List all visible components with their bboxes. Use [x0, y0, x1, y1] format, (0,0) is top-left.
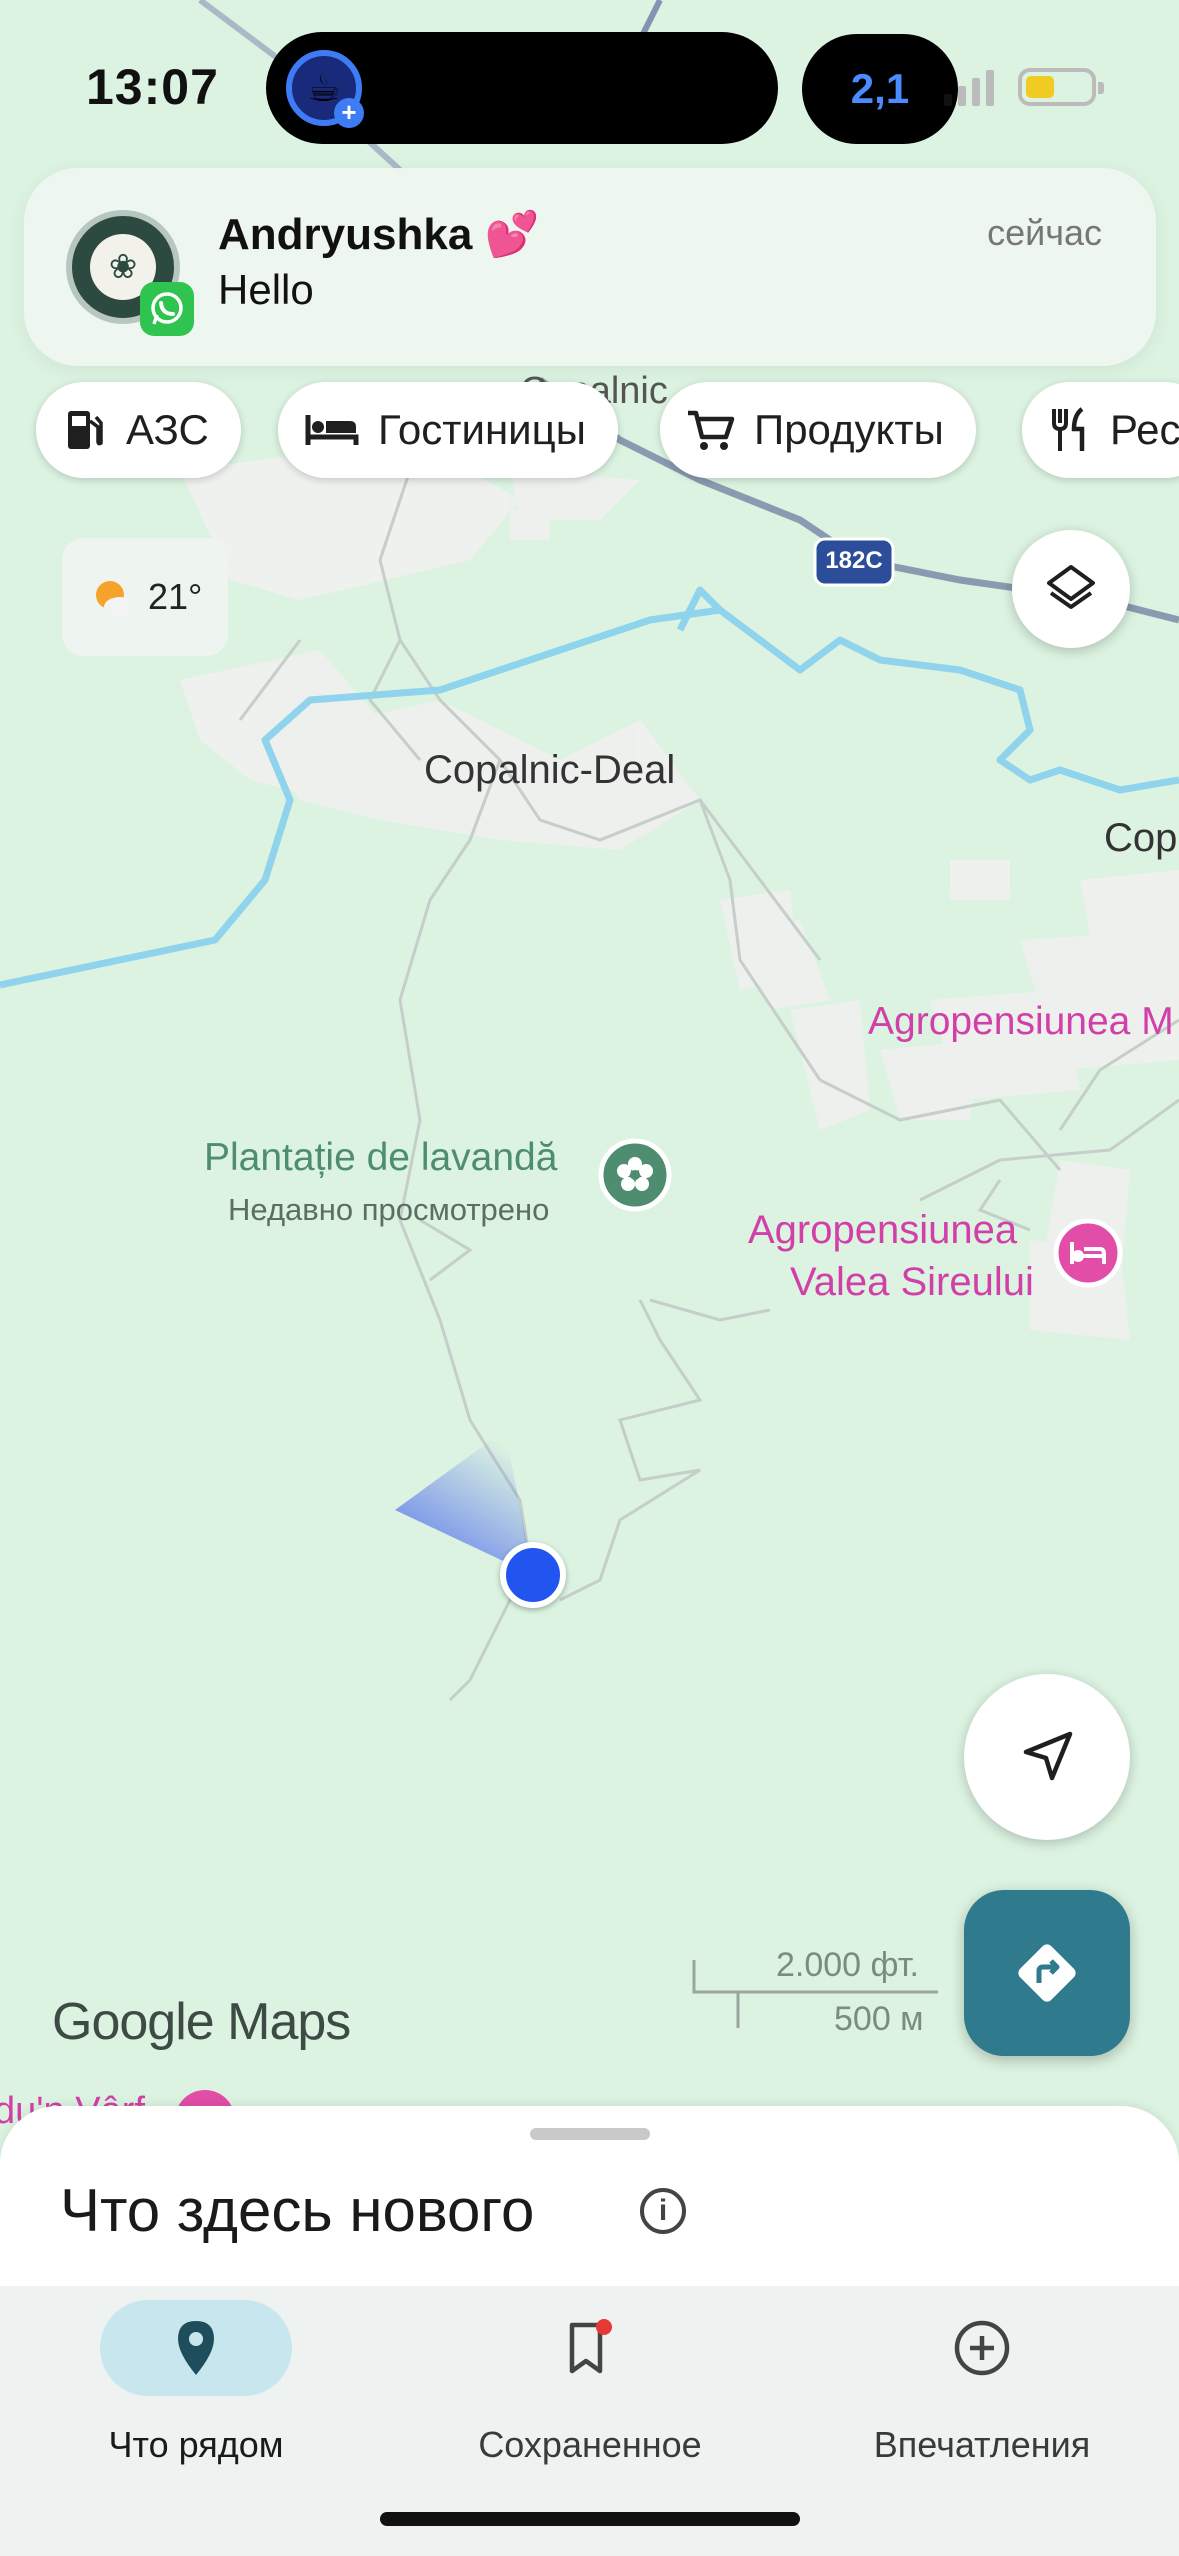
- bookmark-icon: [569, 2319, 612, 2374]
- tab-saved[interactable]: Сохраненное: [440, 2300, 740, 2466]
- chip-label: Гостиницы: [378, 406, 586, 453]
- tab-saved-label: Сохраненное: [478, 2424, 702, 2465]
- notification-message: Hello: [218, 266, 314, 313]
- hotel-poi-icon: [1064, 1232, 1112, 1274]
- add-circle-icon: [954, 2320, 1010, 2376]
- current-location-dot[interactable]: [500, 1542, 566, 1608]
- chip-hotels[interactable]: Гостиницы: [278, 382, 618, 478]
- plus-icon: +: [334, 98, 364, 128]
- notification-time: сейчас: [987, 212, 1102, 253]
- chip-groceries[interactable]: Продукты: [660, 382, 976, 478]
- weather-badge[interactable]: 21°: [62, 538, 228, 656]
- coffee-cup-icon[interactable]: ☕ +: [286, 50, 364, 128]
- place-label-agropensiunea[interactable]: Agropensiunea: [748, 1208, 1017, 1253]
- place-label-cop[interactable]: Cop: [1104, 816, 1177, 861]
- sheet-drag-handle[interactable]: [530, 2128, 650, 2140]
- sheet-title: Что здесь нового: [60, 2177, 535, 2244]
- directions-button[interactable]: [964, 1890, 1130, 2056]
- scale-meters: 500 м: [834, 2000, 924, 2038]
- my-location-button[interactable]: [964, 1674, 1130, 1840]
- place-label-copalnic-deal[interactable]: Copalnic-Deal: [424, 748, 675, 793]
- chip-label: Рес: [1110, 406, 1179, 453]
- map-layers-button[interactable]: [1012, 530, 1130, 648]
- chip-label: АЗС: [126, 406, 209, 453]
- chip-label: Продукты: [754, 406, 944, 453]
- location-pin-icon: [178, 2321, 214, 2375]
- gas-station-icon: [68, 411, 103, 449]
- hotel-bed-icon: [305, 415, 359, 445]
- whatsapp-icon: [140, 282, 194, 336]
- notification-title: Andryushka 💕: [218, 210, 540, 259]
- directions-icon: [1018, 1944, 1076, 2002]
- tab-contribute-pill: [886, 2300, 1078, 2396]
- place-label-recently-viewed: Недавно просмотрено: [228, 1192, 550, 1227]
- restaurant-icon: [1052, 407, 1085, 451]
- navigation-arrow-icon: [1023, 1731, 1073, 1781]
- tab-explore-label: Что рядом: [108, 2424, 284, 2465]
- cellular-signal-icon: [944, 70, 994, 106]
- weather-temperature: 21°: [148, 576, 203, 617]
- shopping-cart-icon: [688, 410, 735, 450]
- google-maps-logo: Google Maps: [52, 1993, 351, 2051]
- status-time: 13:07: [86, 59, 219, 115]
- chip-gas-stations[interactable]: АЗС: [36, 382, 241, 478]
- flower-icon: [606, 1146, 664, 1204]
- tab-contribute[interactable]: Впечатления: [832, 2300, 1132, 2466]
- live-activity-badge[interactable]: 2,1: [802, 34, 958, 144]
- partly-cloudy-icon: [96, 581, 136, 617]
- tab-explore[interactable]: Что рядом: [46, 2300, 346, 2466]
- notification-banner[interactable]: ❀ Andryushka 💕 Hello сейчас: [24, 168, 1156, 366]
- tab-contribute-label: Впечатления: [873, 2424, 1091, 2465]
- tab-explore-pill: [100, 2300, 292, 2396]
- road-shield-label: 182C: [825, 547, 883, 574]
- place-label-lavanda[interactable]: Plantație de lavandă: [204, 1136, 557, 1180]
- layers-icon: [1047, 565, 1095, 609]
- scale-feet: 2.000 фт.: [776, 1946, 920, 1984]
- place-label-valea-sireului[interactable]: Valea Sireului: [790, 1260, 1034, 1305]
- chip-restaurants[interactable]: Рес: [1022, 382, 1179, 478]
- home-indicator[interactable]: [380, 2512, 800, 2526]
- tab-saved-pill: [494, 2300, 686, 2396]
- info-icon[interactable]: i: [640, 2188, 686, 2234]
- place-label-agropensiunea-m[interactable]: Agropensiunea M: [868, 1000, 1174, 1044]
- battery-icon: [1018, 68, 1104, 106]
